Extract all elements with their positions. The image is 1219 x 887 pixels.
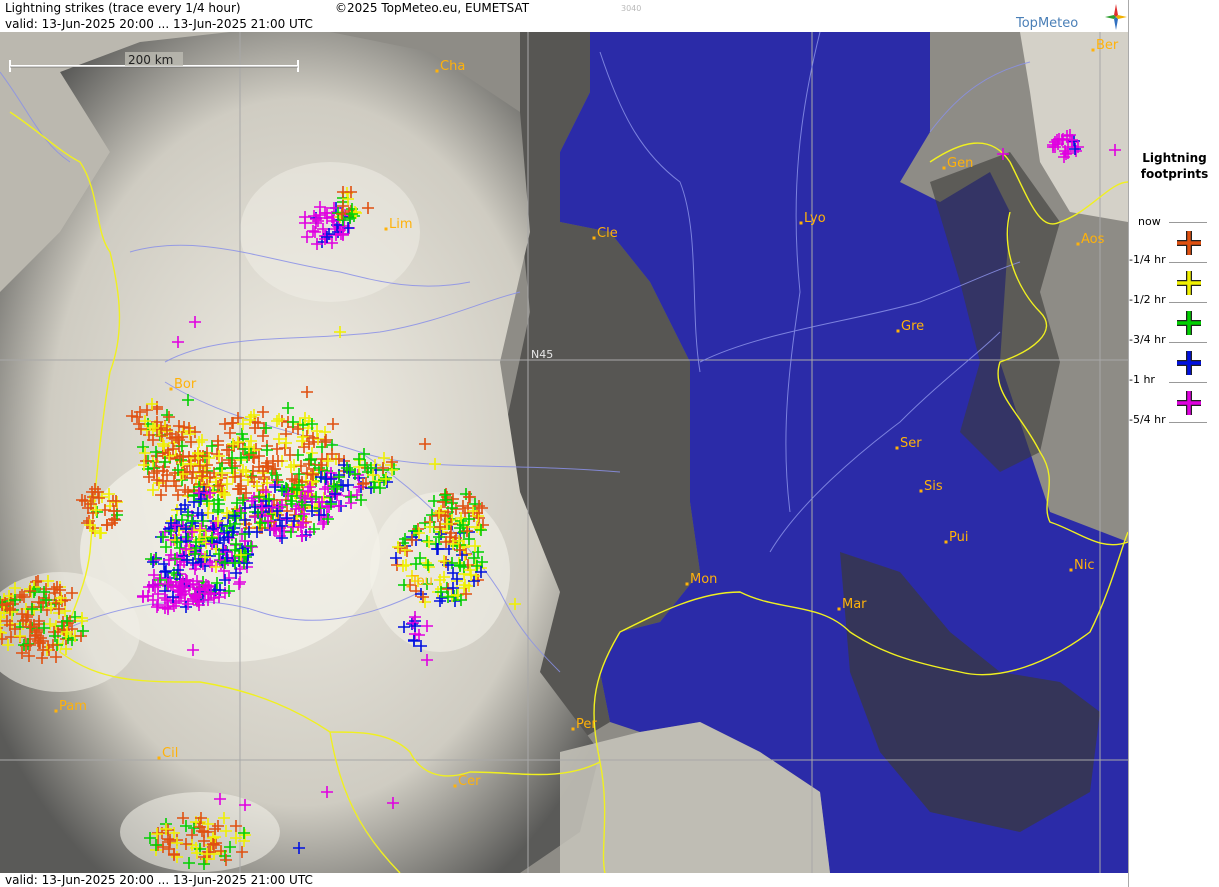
city-label-nic[interactable]: Nic bbox=[1074, 558, 1094, 573]
header-bar: Lightning strikes (trace every 1/4 hour)… bbox=[0, 0, 1128, 32]
city-dot bbox=[406, 584, 410, 588]
legend-title: Lightning footprints bbox=[1140, 151, 1209, 181]
city-label-ser[interactable]: Ser bbox=[900, 436, 922, 451]
legend-separator bbox=[1169, 422, 1207, 423]
city-dot bbox=[685, 582, 689, 586]
legend-separator bbox=[1169, 262, 1207, 263]
city-dot bbox=[896, 329, 900, 333]
city-label-cle[interactable]: Cle bbox=[597, 226, 618, 241]
city-dot bbox=[1069, 568, 1073, 572]
legend-separator bbox=[1169, 302, 1207, 303]
valid-time: valid: 13-Jun-2025 20:00 ... 13-Jun-2025… bbox=[5, 17, 313, 31]
city-dot bbox=[169, 387, 173, 391]
city-label-aos[interactable]: Aos bbox=[1081, 232, 1105, 247]
city-dot bbox=[942, 166, 946, 170]
city-dot bbox=[453, 784, 457, 788]
map-title: Lightning strikes (trace every 1/4 hour) bbox=[5, 1, 241, 15]
legend-label: -5/4 hr bbox=[1129, 413, 1166, 426]
city-dot bbox=[799, 221, 803, 225]
bright-cell bbox=[240, 162, 420, 302]
city-dot bbox=[54, 709, 58, 713]
city-dot bbox=[1091, 48, 1095, 52]
legend-label: now bbox=[1138, 215, 1161, 228]
map-canvas: N45 200 km ChaLimCleLyoGenBerAosGreBorSe… bbox=[0, 32, 1128, 873]
city-label-bor[interactable]: Bor bbox=[174, 377, 197, 392]
legend-cross-icon bbox=[1177, 271, 1201, 295]
city-label-cer[interactable]: Cer bbox=[458, 774, 481, 789]
city-dot bbox=[384, 227, 388, 231]
legend-separator bbox=[1169, 342, 1207, 343]
legend-separator bbox=[1169, 222, 1207, 223]
city-label-mon[interactable]: Mon bbox=[690, 572, 717, 587]
city-dot bbox=[944, 540, 948, 544]
product-code: 3040 bbox=[621, 4, 642, 13]
legend-label: -1/2 hr bbox=[1129, 293, 1166, 306]
city-label-lim[interactable]: Lim bbox=[389, 217, 413, 232]
city-label-pui[interactable]: Pui bbox=[949, 530, 968, 545]
city-label-mar[interactable]: Mar bbox=[842, 597, 867, 612]
city-label-ber[interactable]: Ber bbox=[1096, 38, 1119, 53]
legend-cross-icon bbox=[1177, 351, 1201, 375]
city-dot bbox=[1076, 242, 1080, 246]
city-dot bbox=[435, 69, 439, 73]
legend-cross-icon bbox=[1177, 311, 1201, 335]
city-dot bbox=[571, 727, 575, 731]
legend-cross-icon bbox=[1177, 231, 1201, 255]
city-label-gen[interactable]: Gen bbox=[947, 156, 973, 171]
compass-icon bbox=[1105, 4, 1127, 30]
legend-label: -1/4 hr bbox=[1129, 253, 1166, 266]
footer-bar: valid: 13-Jun-2025 20:00 ... 13-Jun-2025… bbox=[0, 873, 1128, 887]
topmeteo-logo: TopMeteo bbox=[1006, 2, 1127, 32]
footer-valid-time: valid: 13-Jun-2025 20:00 ... 13-Jun-2025… bbox=[5, 873, 313, 887]
city-dot bbox=[157, 756, 161, 760]
grid-label: N45 bbox=[531, 348, 553, 361]
city-label-pam[interactable]: Pam bbox=[59, 699, 87, 714]
satellite-map[interactable]: N45 200 km Cha Lim Cle Lyo Gen Ber Aos G… bbox=[0, 32, 1128, 873]
city-label-sis[interactable]: Sis bbox=[924, 479, 943, 494]
city-dot bbox=[895, 446, 899, 450]
city-dot bbox=[837, 607, 841, 611]
city-label-per[interactable]: Per bbox=[576, 717, 597, 732]
scale-label: 200 km bbox=[128, 53, 173, 67]
legend-label: -3/4 hr bbox=[1129, 333, 1166, 346]
legend-cross-icon bbox=[1177, 391, 1201, 415]
city-dot bbox=[919, 489, 923, 493]
legend-separator bbox=[1169, 382, 1207, 383]
city-dot bbox=[592, 236, 596, 240]
copyright: ©2025 TopMeteo.eu, EUMETSAT bbox=[335, 1, 530, 15]
city-label-gre[interactable]: Gre bbox=[901, 319, 924, 334]
legend-label: -1 hr bbox=[1129, 373, 1155, 386]
city-label-cil[interactable]: Cil bbox=[162, 746, 178, 761]
legend-panel: Lightning footprints now -1/4 hr -1/2 hr -3… bbox=[1128, 0, 1219, 887]
city-label-cha[interactable]: Cha bbox=[440, 59, 465, 74]
city-label-lyo[interactable]: Lyo bbox=[804, 211, 826, 226]
logo-text: TopMeteo bbox=[1016, 16, 1079, 31]
city-label-tou[interactable]: Tou bbox=[410, 574, 433, 589]
